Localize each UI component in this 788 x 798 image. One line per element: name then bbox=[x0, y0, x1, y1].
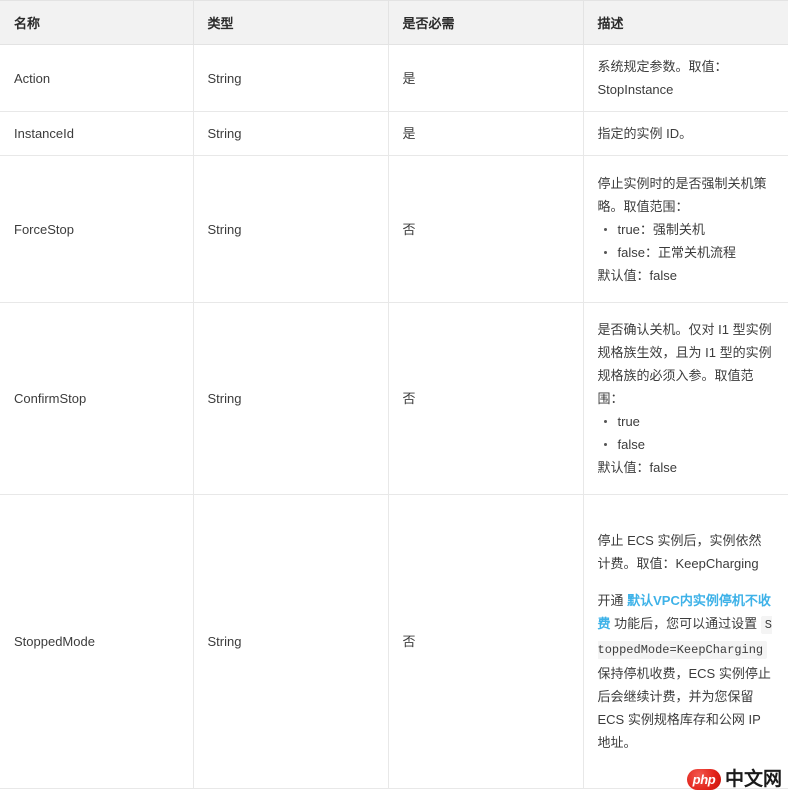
description-paragraph: 系统规定参数。取值：StopInstance bbox=[597, 59, 728, 97]
default-value-text: 默认值：false bbox=[597, 267, 677, 283]
param-description-cell: 指定的实例 ID。 bbox=[583, 111, 788, 156]
column-header-name: 名称 bbox=[0, 0, 194, 45]
param-required-cell: 是 bbox=[388, 111, 584, 156]
table-row: InstanceId String 是 指定的实例 ID。 bbox=[0, 111, 788, 156]
list-item: true bbox=[603, 410, 775, 433]
list-item: false bbox=[603, 433, 775, 456]
param-required-cell: 否 bbox=[388, 494, 584, 789]
param-type-cell: String bbox=[193, 302, 389, 495]
table-header-row: 名称 类型 是否必需 描述 bbox=[0, 0, 788, 45]
text-before-link: 开通 bbox=[597, 593, 628, 608]
list-item: true：强制关机 bbox=[603, 218, 775, 241]
param-required-cell: 否 bbox=[388, 155, 584, 303]
param-description-cell: 是否确认关机。仅对 I1 型实例规格族生效，且为 I1 型的实例规格族的必须入参… bbox=[583, 302, 788, 495]
description-value-list: true false bbox=[598, 410, 775, 456]
description-value-list: true：强制关机 false：正常关机流程 bbox=[598, 218, 775, 264]
param-description-cell: 停止 ECS 实例后，实例依然计费。取值：KeepCharging 开通 默认V… bbox=[583, 494, 788, 789]
description-paragraph-with-link: 开通 默认VPC内实例停机不收费 功能后，您可以通过设置 StoppedMode… bbox=[597, 589, 775, 754]
table-row: ConfirmStop String 否 是否确认关机。仅对 I1 型实例规格族… bbox=[0, 302, 788, 495]
param-name-cell: Action bbox=[0, 44, 194, 112]
column-header-description: 描述 bbox=[583, 0, 788, 45]
description-paragraph: 停止 ECS 实例后，实例依然计费。取值：KeepCharging bbox=[597, 533, 762, 571]
param-name-cell: ForceStop bbox=[0, 155, 194, 303]
table-header: 名称 类型 是否必需 描述 bbox=[0, 0, 788, 45]
text-after-code: 保持停机收费，ECS 实例停止后会继续计费，并为您保留 ECS 实例规格库存和公… bbox=[597, 666, 771, 750]
column-header-required: 是否必需 bbox=[388, 0, 584, 45]
param-type-cell: String bbox=[193, 494, 389, 789]
table-row: StoppedMode String 否 停止 ECS 实例后，实例依然计费。取… bbox=[0, 494, 788, 789]
param-description-cell: 停止实例时的是否强制关机策略。取值范围： true：强制关机 false：正常关… bbox=[583, 155, 788, 303]
table-body: Action String 是 系统规定参数。取值：StopInstance I… bbox=[0, 44, 788, 789]
api-parameters-table: 名称 类型 是否必需 描述 Action String 是 系统规定参数。取值：… bbox=[0, 0, 788, 789]
param-type-cell: String bbox=[193, 111, 389, 156]
list-item: false：正常关机流程 bbox=[603, 241, 775, 264]
param-name-cell: ConfirmStop bbox=[0, 302, 194, 495]
param-description-cell: 系统规定参数。取值：StopInstance bbox=[583, 44, 788, 112]
description-paragraph: 是否确认关机。仅对 I1 型实例规格族生效，且为 I1 型的实例规格族的必须入参… bbox=[597, 322, 772, 406]
description-paragraph: 停止实例时的是否强制关机策略。取值范围： bbox=[597, 175, 767, 214]
param-name-cell: InstanceId bbox=[0, 111, 194, 156]
param-type-cell: String bbox=[193, 44, 389, 112]
param-name-cell: StoppedMode bbox=[0, 494, 194, 789]
table-row: ForceStop String 否 停止实例时的是否强制关机策略。取值范围： … bbox=[0, 155, 788, 303]
param-required-cell: 否 bbox=[388, 302, 584, 495]
table-row: Action String 是 系统规定参数。取值：StopInstance bbox=[0, 44, 788, 112]
param-required-cell: 是 bbox=[388, 44, 584, 112]
param-type-cell: String bbox=[193, 155, 389, 303]
default-value-text: 默认值：false bbox=[597, 460, 677, 475]
text-after-link: 功能后，您可以通过设置 bbox=[610, 616, 761, 631]
description-paragraph: 指定的实例 ID。 bbox=[597, 126, 693, 141]
column-header-type: 类型 bbox=[193, 0, 389, 45]
